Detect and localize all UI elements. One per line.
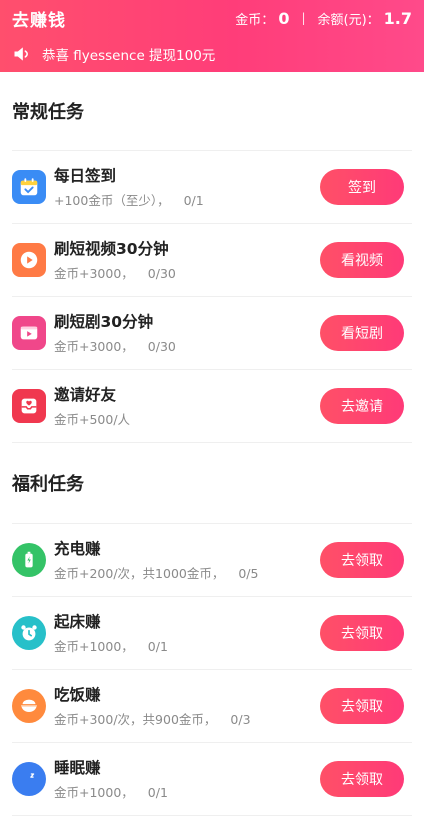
- task-reward: 金币+200/次，共1000金币，: [54, 565, 225, 581]
- watch-drama-button[interactable]: 看短剧: [320, 315, 404, 351]
- task-name: 吃饭赚: [54, 685, 101, 704]
- task-row-invite-friends: 邀请好友 金币+500/人 去邀请: [12, 370, 412, 443]
- welfare-tasks-title: 福利任务: [12, 474, 84, 495]
- calendar-check-icon: [12, 170, 46, 204]
- coins-value: 0: [278, 8, 290, 28]
- task-reward: +100金币（至少），: [54, 192, 170, 208]
- top-bar: 去赚钱 金币： 0 | 余额(元)： 1.7: [0, 0, 424, 36]
- task-progress: 0/5: [238, 565, 259, 581]
- moon-glyph: [22, 772, 35, 786]
- notice-text: 恭喜 flyessence 提现100元: [42, 48, 216, 64]
- task-name: 邀请好友: [54, 385, 117, 404]
- moon-icon: [12, 762, 46, 796]
- notice-bar: 恭喜 flyessence 提现100元: [0, 36, 424, 72]
- task-row-wakeup: 起床赚 金币+1000， 0/1 去领取: [12, 597, 412, 670]
- task-name: 刷短视频30分钟: [54, 239, 169, 258]
- calendar-check-glyph: [20, 178, 38, 196]
- regular-tasks-title: 常规任务: [12, 102, 84, 123]
- task-name: 睡眠赚: [54, 758, 101, 777]
- speaker-icon: [14, 47, 28, 61]
- task-row-daily-checkin: 每日签到 +100金币（至少）， 0/1 签到: [12, 151, 412, 224]
- checkin-button[interactable]: 签到: [320, 169, 404, 205]
- claim-sleep-button[interactable]: 去领取: [320, 761, 404, 797]
- header: 去赚钱 金币： 0 | 余额(元)： 1.7 恭喜 flyessence 提现1…: [0, 0, 424, 72]
- task-progress: 0/30: [147, 265, 176, 281]
- balance-label: 余额(元)：: [317, 12, 380, 28]
- welfare-task-list: 充电赚 金币+200/次，共1000金币， 0/5 去领取 起床赚 金币+1000…: [12, 523, 412, 816]
- alarm-clock-glyph: [21, 625, 37, 641]
- battery-glyph: [25, 551, 33, 568]
- task-row-sleep: 睡眠赚 金币+1000， 0/1 去领取: [12, 743, 412, 816]
- task-reward: 金币+1000，: [54, 784, 134, 800]
- stats-separator: |: [301, 11, 306, 25]
- task-progress: 0/1: [147, 638, 168, 654]
- task-reward: 金币+3000，: [54, 338, 134, 354]
- invite-icon: [12, 389, 46, 423]
- task-progress: 0/1: [183, 192, 204, 208]
- task-reward: 金币+1000，: [54, 638, 134, 654]
- watch-video-button[interactable]: 看视频: [320, 242, 404, 278]
- battery-icon: [12, 543, 46, 577]
- task-name: 充电赚: [54, 539, 101, 558]
- play-glyph: [20, 251, 38, 269]
- task-reward: 金币+3000，: [54, 265, 134, 281]
- task-progress: 0/1: [147, 784, 168, 800]
- claim-meal-button[interactable]: 去领取: [320, 688, 404, 724]
- coins-label: 金币：: [235, 12, 275, 28]
- task-name: 每日签到: [54, 166, 117, 185]
- invite-glyph: [21, 398, 37, 414]
- page-title: 去赚钱: [12, 10, 66, 31]
- task-row-watch-drama: 刷短剧30分钟 金币+3000， 0/30 看短剧: [12, 297, 412, 370]
- task-name: 刷短剧30分钟: [54, 312, 154, 331]
- claim-wakeup-button[interactable]: 去领取: [320, 615, 404, 651]
- task-reward: 金币+300/次，共900金币，: [54, 711, 217, 727]
- task-row-charging: 充电赚 金币+200/次，共1000金币， 0/5 去领取: [12, 524, 412, 597]
- alarm-clock-icon: [12, 616, 46, 650]
- balance-value: 1.7: [383, 8, 412, 28]
- tv-play-icon: [12, 316, 46, 350]
- task-progress: 0/3: [230, 711, 251, 727]
- task-progress: 0/30: [147, 338, 176, 354]
- tv-play-glyph: [20, 326, 38, 340]
- account-stats: 金币： 0 | 余额(元)： 1.7: [235, 9, 412, 28]
- rice-bowl-glyph: [21, 699, 37, 712]
- play-icon: [12, 243, 46, 277]
- invite-button[interactable]: 去邀请: [320, 388, 404, 424]
- task-reward: 金币+500/人: [54, 411, 131, 427]
- task-row-meal: 吃饭赚 金币+300/次，共900金币， 0/3 去领取: [12, 670, 412, 743]
- rice-bowl-icon: [12, 689, 46, 723]
- task-name: 起床赚: [54, 612, 101, 631]
- claim-charging-button[interactable]: 去领取: [320, 542, 404, 578]
- regular-task-list: 每日签到 +100金币（至少）， 0/1 签到 刷短视频30分钟 金币+3000，…: [12, 150, 412, 443]
- task-row-watch-video: 刷短视频30分钟 金币+3000， 0/30 看视频: [12, 224, 412, 297]
